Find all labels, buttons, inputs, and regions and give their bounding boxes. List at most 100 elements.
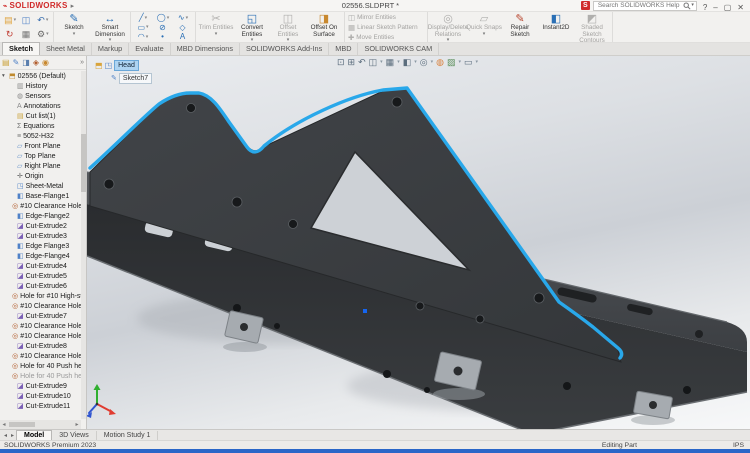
mirror-entities-button[interactable]: ◫Mirror Entities (348, 12, 424, 22)
tree-item[interactable]: ◪Cut-Extrude2 (0, 221, 86, 231)
view-orientation-icon[interactable]: ▦ (386, 58, 395, 67)
tree-item[interactable]: ◪Cut-Extrude11 (0, 401, 86, 411)
propertymanager-icon[interactable]: ✎ (13, 59, 20, 67)
apply-scene-icon[interactable]: ▨ (447, 58, 456, 67)
ribbon-tab[interactable]: Evaluate (129, 43, 170, 55)
displaymanager-icon[interactable]: ◉ (42, 59, 49, 67)
scroll-right-icon[interactable]: ▸ (73, 421, 81, 428)
settings-caret-icon[interactable]: ▾ (476, 60, 479, 65)
display-caret-icon[interactable]: ▾ (414, 60, 417, 65)
zoom-fit-icon[interactable]: ⊡ (337, 58, 345, 67)
tree-item[interactable]: ◪Cut-Extrude3 (0, 231, 86, 241)
point-tool-icon[interactable]: • (153, 32, 173, 41)
offset-on-surface-button[interactable]: ◨Offset On Surface (306, 12, 342, 42)
help-icon[interactable]: ? (700, 3, 710, 12)
hide-caret-icon[interactable]: ▾ (431, 60, 434, 65)
tree-item[interactable]: ◧Edge Flange3 (0, 241, 86, 251)
tree-item[interactable]: AAnnotations (0, 101, 86, 111)
tree-item[interactable]: ◍Sensors (0, 91, 86, 101)
configurationmanager-icon[interactable]: ◨ (22, 59, 30, 67)
part-model[interactable] (87, 88, 747, 429)
tree-item[interactable]: ◎Hole for #10 High-strength Studs (0, 291, 86, 301)
tree-item[interactable]: ▱Top Plane (0, 151, 86, 161)
close-button[interactable]: ✕ (734, 3, 747, 12)
new-document-icon[interactable]: ▤▾ (2, 15, 18, 26)
hide-show-icon[interactable]: ◎ (420, 58, 428, 67)
tree-item[interactable]: ▥History (0, 81, 86, 91)
tree-item[interactable]: ◎Hole for 40 Push head Studs (F-1 (0, 361, 86, 371)
tree-vertical-scrollbar[interactable] (81, 71, 86, 419)
menu-expand-arrow[interactable]: ▸ (71, 2, 75, 10)
tree-item[interactable]: ◪Cut-Extrude10 (0, 391, 86, 401)
sketch-button[interactable]: ✎Sketch▾ (56, 12, 92, 42)
part-icon[interactable]: ⬒ (95, 62, 103, 70)
breadcrumb-sketch-chip[interactable]: Sketch7 (119, 73, 152, 84)
scroll-left-icon[interactable]: ◂ (0, 421, 8, 428)
scroll-thumb[interactable] (9, 422, 35, 427)
tree-item[interactable]: ◪Cut-Extrude6 (0, 281, 86, 291)
trim-entities-button[interactable]: ✂Trim Entities▾ (198, 12, 234, 42)
dimxpert-icon[interactable]: ◈ (33, 59, 39, 67)
sketch-icon[interactable]: ✎ (111, 75, 117, 82)
ribbon-tab[interactable]: SOLIDWORKS Add-Ins (240, 43, 329, 55)
linear-sketch-pattern-button[interactable]: ▦Linear Sketch Pattern (348, 22, 424, 32)
tree-item[interactable]: ▱Front Plane (0, 141, 86, 151)
document-tab[interactable]: Motion Study 1 (97, 431, 159, 440)
ribbon-tab[interactable]: Sketch (2, 42, 40, 55)
tree-item[interactable]: ✛Origin (0, 171, 86, 181)
line-tool-icon[interactable]: ╱▾ (133, 13, 153, 22)
breadcrumb-part-chip[interactable]: Head (114, 60, 139, 71)
section-view-icon[interactable]: ◫ (369, 58, 378, 67)
convert-entities-button[interactable]: ◱Convert Entities▾ (234, 12, 270, 42)
tree-item[interactable]: ◎#10 Clearance Hole1 (0, 201, 86, 211)
ribbon-tab[interactable]: Sheet Metal (40, 43, 92, 55)
display-delete-relations-button[interactable]: ◎Display/Delete Relations▾ (430, 12, 466, 42)
repair-sketch-button[interactable]: ✎Repair Sketch (502, 12, 538, 42)
tree-item[interactable]: ▾⬒02556 (Default) (0, 71, 86, 81)
document-tab[interactable]: Model (16, 430, 52, 440)
tree-horizontal-scrollbar[interactable]: ◂ ▸ (0, 420, 81, 429)
tree-item[interactable]: ◪Cut-Extrude7 (0, 311, 86, 321)
polygon-tool-icon[interactable]: ◇ (173, 23, 193, 32)
undo-icon[interactable]: ↶▾ (35, 15, 51, 26)
instant2d-button[interactable]: ◧Instant2D (538, 12, 574, 42)
tree-item[interactable]: ◎#10 Clearance Hole3 (0, 321, 86, 331)
shaded-sketch-contours-button[interactable]: ◩Shaded Sketch Contours (574, 12, 610, 42)
tree-item[interactable]: ◪Cut-Extrude9 (0, 381, 86, 391)
tree-item[interactable]: ◪Cut-Extrude8 (0, 341, 86, 351)
quick-snaps-button[interactable]: ▱Quick Snaps▾ (466, 12, 502, 42)
smart-dimension-button[interactable]: ↔Smart Dimension▾ (92, 12, 128, 42)
rectangle-tool-icon[interactable]: ▭▾ (133, 23, 153, 32)
ellipse-tool-icon[interactable]: ⊘ (153, 23, 173, 32)
tree-item[interactable]: ◳Sheet-Metal (0, 181, 86, 191)
edit-appearance-icon[interactable]: ◍ (436, 58, 444, 67)
tree-item[interactable]: ▤Cut list(1) (0, 111, 86, 121)
tree-item[interactable]: ≡5052-H32 (0, 131, 86, 141)
maximize-button[interactable]: ▢ (721, 3, 735, 12)
save-icon[interactable]: ◫ (18, 15, 34, 26)
rebuild-icon[interactable]: ↻ (2, 29, 18, 40)
offset-entities-button[interactable]: ◫Offset Entities▾ (270, 12, 306, 42)
tree-item[interactable]: ΣEquations (0, 121, 86, 131)
display-style-icon[interactable]: ◧ (403, 58, 412, 67)
tabs-scroll-right-icon[interactable]: ▸ (9, 432, 16, 440)
text-tool-icon[interactable]: A (173, 32, 193, 41)
ribbon-tab[interactable]: Markup (92, 43, 129, 55)
part-canvas[interactable] (87, 56, 750, 429)
body-icon[interactable]: ◳ (105, 62, 113, 70)
arc-tool-icon[interactable]: ◠▾ (133, 32, 153, 41)
section-caret-icon[interactable]: ▾ (380, 60, 383, 65)
tree-item[interactable]: ◎#10 Clearance Hole5 (0, 351, 86, 361)
circle-tool-icon[interactable]: ◯▾ (153, 13, 173, 22)
sw-resources-icon[interactable]: S (581, 1, 590, 10)
print-icon[interactable]: ▦ (18, 29, 34, 40)
zoom-area-icon[interactable]: ⊞ (348, 58, 356, 67)
spline-tool-icon[interactable]: ∿▾ (173, 13, 193, 22)
previous-view-icon[interactable]: ↶ (358, 58, 366, 67)
tabs-scroll-left-icon[interactable]: ◂ (2, 432, 9, 440)
search-caret-icon[interactable]: ▾ (691, 3, 694, 8)
featuremanager-tree-icon[interactable]: ▤ (2, 59, 10, 67)
view-settings-icon[interactable]: ▭ (464, 58, 473, 67)
orientation-caret-icon[interactable]: ▾ (397, 60, 400, 65)
ribbon-tab[interactable]: MBD Dimensions (171, 43, 240, 55)
